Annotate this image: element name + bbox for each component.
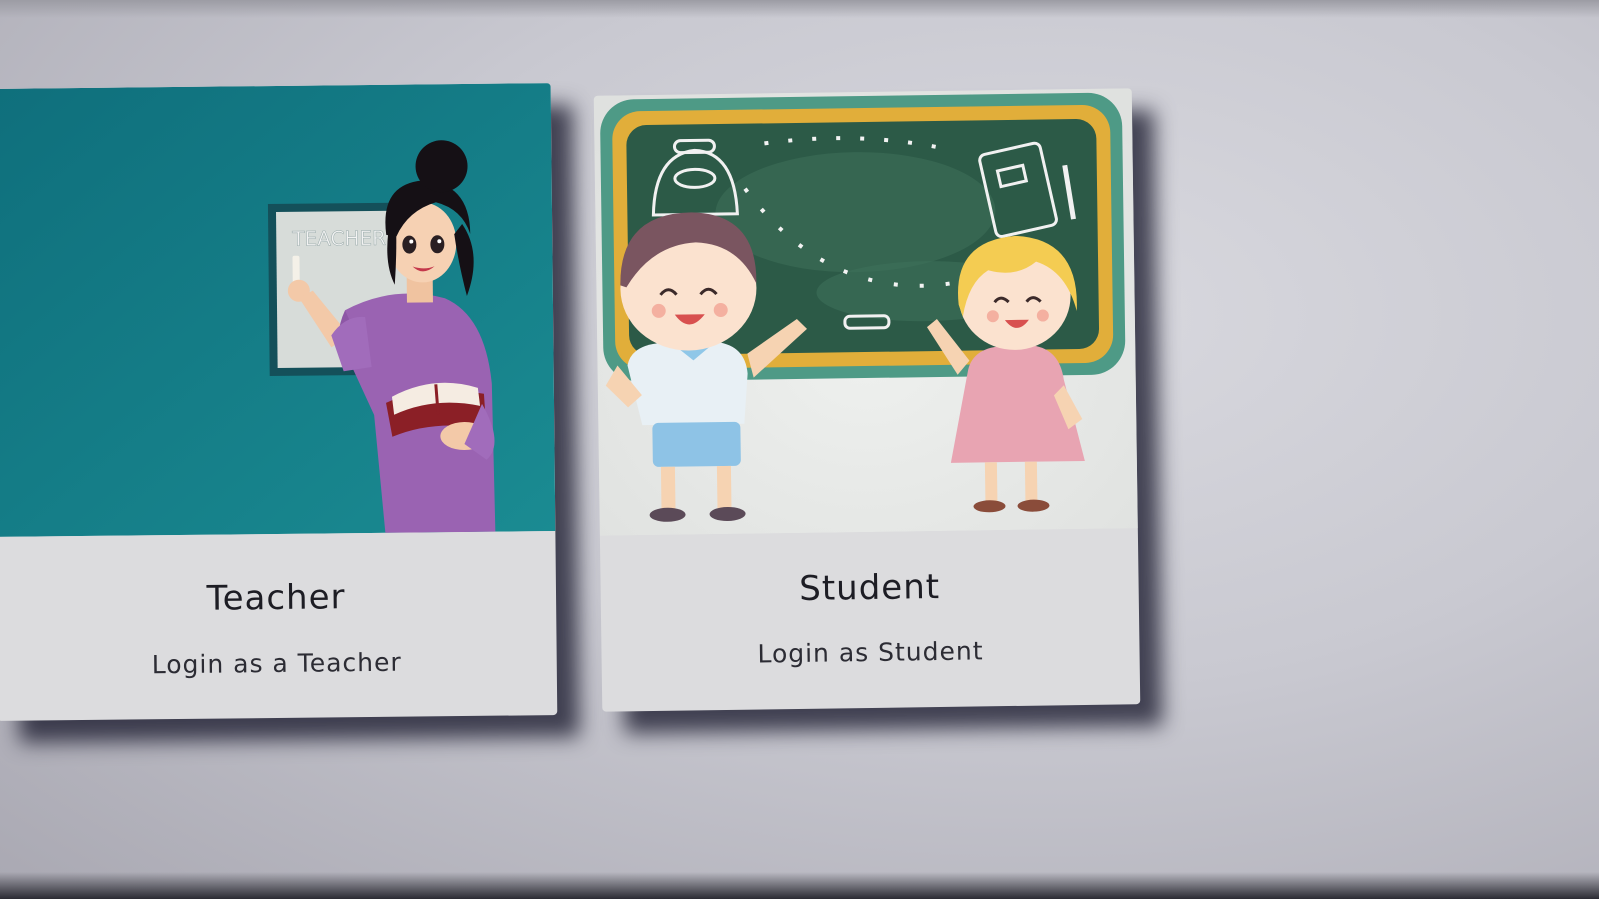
teacher-login-link[interactable]: Login as a Teacher	[0, 646, 557, 681]
teacher-illustration: TEACHER	[0, 83, 556, 537]
board-text: TEACHER	[291, 226, 386, 251]
monitor-bezel-top	[0, 0, 1599, 18]
teacher-login-card[interactable]: TEACHER Teacher Login as a Teacher	[0, 83, 558, 721]
student-login-link[interactable]: Login as Student	[601, 634, 1139, 671]
monitor-bezel-bottom	[0, 872, 1599, 899]
teacher-card-title: Teacher	[206, 577, 346, 619]
student-login-card[interactable]: Student Login as Student	[593, 88, 1141, 712]
student-illustration	[593, 88, 1138, 536]
student-card-title: Student	[798, 567, 941, 609]
